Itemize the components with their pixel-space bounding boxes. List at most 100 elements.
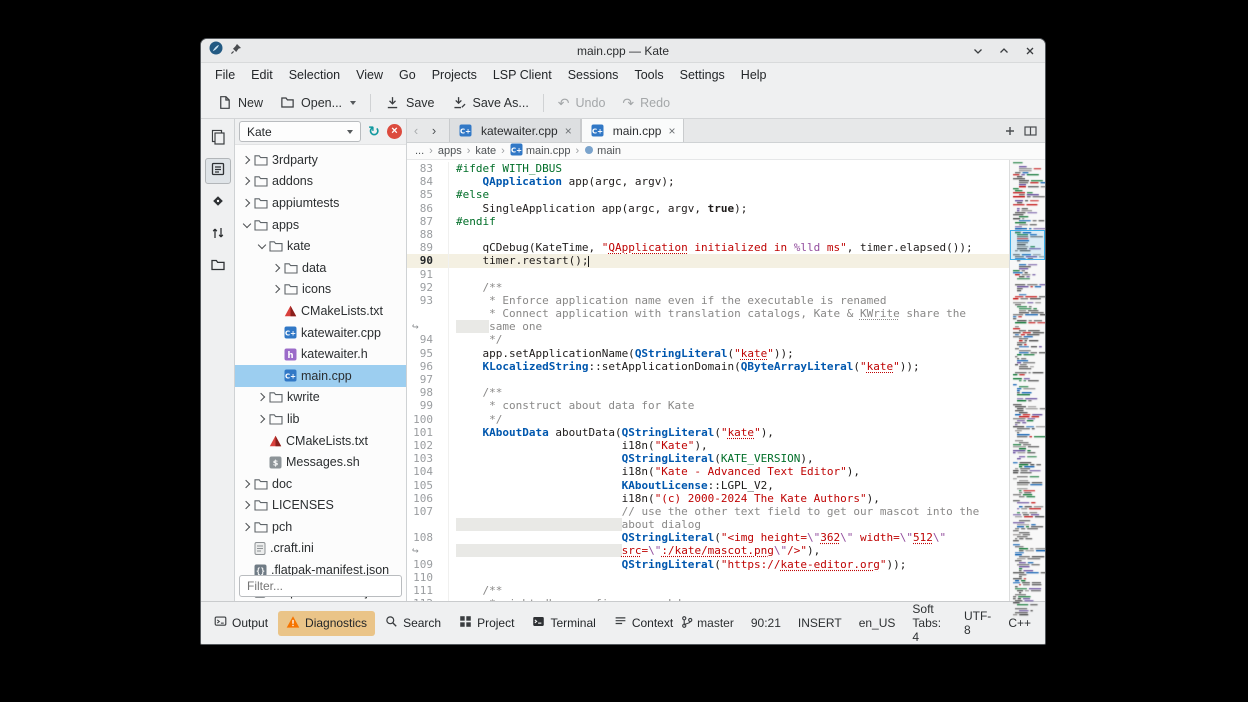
expander-right-icon[interactable] bbox=[240, 175, 253, 187]
project-selector[interactable]: Kate bbox=[239, 121, 361, 142]
code-line-112[interactable]: 112 * right dbus prefix == org.kde. bbox=[407, 597, 1009, 601]
code-line[interactable]: about dialog bbox=[407, 518, 1009, 531]
status-en-us[interactable]: en_US bbox=[859, 616, 896, 630]
close-button[interactable] bbox=[1023, 44, 1037, 58]
tree-item-lib[interactable]: lib bbox=[235, 408, 406, 430]
new-tab-button[interactable] bbox=[1004, 125, 1016, 137]
tree-item-pch[interactable]: pch bbox=[235, 516, 406, 538]
git-toolview-button[interactable] bbox=[205, 190, 231, 216]
refresh-project-icon[interactable]: ↻ bbox=[365, 123, 383, 140]
save-button[interactable]: Save bbox=[377, 90, 443, 115]
code-line[interactable]: ↪ same one bbox=[407, 320, 1009, 333]
tree-item-cmakelists-txt[interactable]: CMakeLists.txt bbox=[235, 300, 406, 322]
project-panel-button[interactable]: Project bbox=[451, 611, 522, 635]
menu-go[interactable]: Go bbox=[391, 65, 424, 85]
breadcrumb-apps[interactable]: apps bbox=[438, 145, 462, 157]
code-line-103[interactable]: 103 QStringLiteral(KATE_VERSION), bbox=[407, 452, 1009, 465]
expander-right-icon[interactable] bbox=[270, 262, 283, 274]
code-line-85[interactable]: 85#else bbox=[407, 188, 1009, 201]
menu-sessions[interactable]: Sessions bbox=[560, 65, 627, 85]
expander-right-icon[interactable] bbox=[240, 154, 253, 166]
diagnostics-panel-button[interactable]: Diagnostics bbox=[278, 611, 375, 636]
code-line-83[interactable]: 83#ifdef WITH_DBUS bbox=[407, 162, 1009, 175]
tree-item-appiumtests[interactable]: appiumtests bbox=[235, 192, 406, 214]
redo-button[interactable]: ↷Redo bbox=[614, 91, 678, 115]
menu-edit[interactable]: Edit bbox=[243, 65, 281, 85]
code-line-95[interactable]: 95 app.setApplicationName(QStringLiteral… bbox=[407, 347, 1009, 360]
menu-file[interactable]: File bbox=[207, 65, 243, 85]
code-line-88[interactable]: 88 bbox=[407, 228, 1009, 241]
tree-item-addons[interactable]: addons bbox=[235, 171, 406, 193]
projects-toolview-button[interactable] bbox=[205, 158, 231, 184]
menu-tools[interactable]: Tools bbox=[626, 65, 671, 85]
code-line-97[interactable]: 97 bbox=[407, 373, 1009, 386]
code-line-108[interactable]: 108 QStringLiteral("<img height=\"362\" … bbox=[407, 531, 1009, 544]
code-line-96[interactable]: 96 KLocalizedString::setApplicationDomai… bbox=[407, 360, 1009, 373]
expander-right-icon[interactable] bbox=[240, 521, 253, 533]
tree-item-katewaiter-h[interactable]: hkatewaiter.h bbox=[235, 343, 406, 365]
code-line[interactable]: ↪ src=\":/kate/mascot.png\"/>"), bbox=[407, 544, 1009, 557]
minimap-viewport[interactable] bbox=[1010, 230, 1045, 260]
tree-item-katewaiter-cpp[interactable]: C+katewaiter.cpp bbox=[235, 322, 406, 344]
code-line-89[interactable]: 89 qCDebug(KateTime, "QApplication initi… bbox=[407, 241, 1009, 254]
code-line[interactable]: * Connect application with translation c… bbox=[407, 307, 1009, 320]
code-line-106[interactable]: 106 i18n("(c) 2000-2024 The Kate Authors… bbox=[407, 492, 1009, 505]
symbols-toolview-button[interactable] bbox=[205, 222, 231, 248]
open-button[interactable]: Open... bbox=[272, 90, 364, 115]
code-line-94[interactable]: 94 */ bbox=[407, 333, 1009, 346]
context-panel-button[interactable]: Context bbox=[606, 611, 681, 635]
close-project-icon[interactable]: × bbox=[387, 124, 402, 139]
tree-item-kwrite[interactable]: kwrite bbox=[235, 387, 406, 409]
tree-item-cmakelists-txt[interactable]: CMakeLists.txt bbox=[235, 430, 406, 452]
code-editor[interactable]: 83#ifdef WITH_DBUS84 QApplication app(ar… bbox=[407, 160, 1009, 601]
tab-main-cpp[interactable]: C+main.cpp× bbox=[581, 119, 685, 142]
menu-projects[interactable]: Projects bbox=[424, 65, 485, 85]
code-line-110[interactable]: 110 bbox=[407, 571, 1009, 584]
breadcrumb-kate[interactable]: kate bbox=[475, 145, 496, 157]
expander-right-icon[interactable] bbox=[255, 413, 268, 425]
titlebar[interactable]: main.cpp — Kate bbox=[201, 39, 1045, 63]
project-filter-input[interactable] bbox=[239, 575, 402, 597]
code-line-107[interactable]: 107 // use the other text field to get o… bbox=[407, 505, 1009, 518]
expander-right-icon[interactable] bbox=[240, 499, 253, 511]
filesystem-toolview-button[interactable] bbox=[205, 254, 231, 280]
tab-next-button[interactable]: › bbox=[425, 119, 443, 142]
code-line-92[interactable]: 92 /** bbox=[407, 281, 1009, 294]
tree-item-main-cpp[interactable]: C+main.cpp bbox=[235, 365, 406, 387]
tab-katewaiter-cpp[interactable]: C+katewaiter.cpp× bbox=[449, 119, 581, 142]
breadcrumb-item[interactable]: ... bbox=[415, 145, 424, 157]
tree-item-craft-ini[interactable]: .craft.ini bbox=[235, 538, 406, 560]
code-line-101[interactable]: 101 KAboutData aboutData(QStringLiteral(… bbox=[407, 426, 1009, 439]
expander-down-icon[interactable] bbox=[240, 219, 253, 231]
code-line-99[interactable]: 99 * construct about data for Kate bbox=[407, 399, 1009, 412]
code-line-93[interactable]: 93 * Enforce application name even if th… bbox=[407, 294, 1009, 307]
status-90-21[interactable]: 90:21 bbox=[751, 616, 781, 630]
code-line-104[interactable]: 104 i18n("Kate - Advanced Text Editor"), bbox=[407, 465, 1009, 478]
menu-help[interactable]: Help bbox=[733, 65, 775, 85]
menu-settings[interactable]: Settings bbox=[672, 65, 733, 85]
breadcrumb-main[interactable]: main bbox=[584, 145, 621, 158]
tree-item-kate[interactable]: kate bbox=[235, 235, 406, 257]
undo-button[interactable]: ↶Undo bbox=[550, 91, 614, 115]
close-tab-icon[interactable]: × bbox=[666, 124, 675, 138]
code-line-86[interactable]: 86 SingleApplication app(argc, argv, tru… bbox=[407, 202, 1009, 215]
status-utf-8[interactable]: UTF-8 bbox=[964, 609, 991, 637]
tree-item-doc[interactable]: doc bbox=[235, 473, 406, 495]
tree-item-messages-sh[interactable]: $Messages.sh bbox=[235, 451, 406, 473]
terminal-panel-button[interactable]: Terminal bbox=[524, 611, 603, 635]
tree-item-3rdparty[interactable]: 3rdparty bbox=[235, 149, 406, 171]
breadcrumb-main-cpp[interactable]: C+main.cpp bbox=[510, 143, 571, 159]
code-line-100[interactable]: 100 */ bbox=[407, 413, 1009, 426]
status-insert[interactable]: INSERT bbox=[798, 616, 842, 630]
new-button[interactable]: New bbox=[209, 90, 271, 115]
menu-lsp-client[interactable]: LSP Client bbox=[485, 65, 560, 85]
maximize-button[interactable] bbox=[997, 44, 1011, 58]
code-line-109[interactable]: 109 QStringLiteral("https://kate-editor.… bbox=[407, 558, 1009, 571]
expander-right-icon[interactable] bbox=[270, 283, 283, 295]
menu-view[interactable]: View bbox=[348, 65, 391, 85]
minimap-scrollbar[interactable] bbox=[1009, 160, 1045, 601]
minimize-button[interactable] bbox=[971, 44, 985, 58]
code-line-87[interactable]: 87#endif bbox=[407, 215, 1009, 228]
status-soft-tabs-4[interactable]: Soft Tabs: 4 bbox=[912, 602, 947, 644]
close-tab-icon[interactable]: × bbox=[563, 124, 572, 138]
